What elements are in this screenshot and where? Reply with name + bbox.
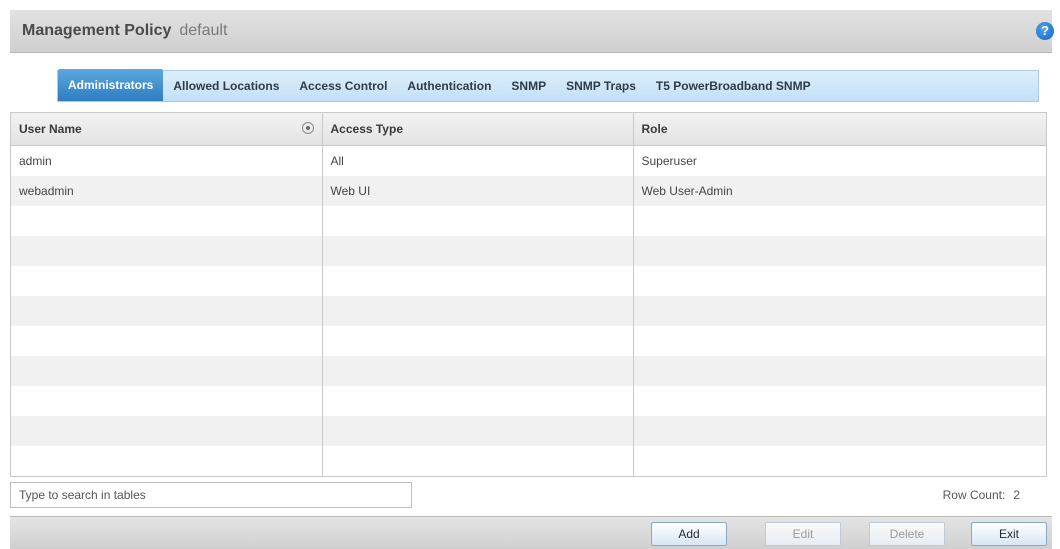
row-count: Row Count: 2 bbox=[943, 488, 1020, 502]
empty-row bbox=[11, 386, 1046, 416]
cell-role: Superuser bbox=[633, 145, 1046, 176]
column-header-label: User Name bbox=[19, 122, 82, 136]
cell-access-type: All bbox=[322, 145, 634, 176]
cell-user-name: admin bbox=[11, 145, 323, 176]
sort-icon[interactable] bbox=[301, 122, 314, 134]
empty-row bbox=[11, 416, 1046, 446]
page-title: Management Policy bbox=[22, 22, 172, 39]
column-header-access-type[interactable]: Access Type bbox=[322, 113, 634, 146]
tab-administrators[interactable]: Administrators bbox=[58, 69, 164, 101]
tab-authentication[interactable]: Authentication bbox=[397, 71, 501, 101]
table-search-input[interactable] bbox=[10, 482, 412, 508]
tab-allowed-locations[interactable]: Allowed Locations bbox=[163, 71, 289, 101]
edit-button[interactable]: Edit bbox=[765, 522, 841, 546]
row-count-value: 2 bbox=[1013, 488, 1020, 502]
empty-row bbox=[11, 326, 1046, 356]
help-icon[interactable]: ? bbox=[1036, 22, 1054, 40]
column-header-label: Access Type bbox=[330, 122, 404, 136]
tab-snmp-traps[interactable]: SNMP Traps bbox=[556, 71, 646, 101]
tab-access-control[interactable]: Access Control bbox=[289, 71, 397, 101]
policy-name: default bbox=[179, 22, 228, 39]
footer-toolbar: Add Edit Delete Exit bbox=[10, 516, 1052, 549]
tab-bar: Administrators Allowed Locations Access … bbox=[57, 69, 1039, 102]
row-count-label: Row Count: bbox=[942, 488, 1006, 502]
column-header-user-name[interactable]: User Name bbox=[11, 113, 323, 146]
table-row[interactable]: webadmin Web UI Web User-Admin bbox=[11, 176, 1046, 206]
table-header-row: User Name Access Type Role bbox=[11, 113, 1046, 146]
exit-button[interactable]: Exit bbox=[971, 522, 1047, 546]
management-policy-page: Management Policy default ? Administrato… bbox=[0, 0, 1060, 549]
column-header-role[interactable]: Role bbox=[633, 113, 1046, 146]
empty-row bbox=[11, 266, 1046, 296]
delete-button[interactable]: Delete bbox=[869, 522, 945, 546]
tab-t5-powerbroadband-snmp[interactable]: T5 PowerBroadband SNMP bbox=[646, 71, 821, 101]
empty-row bbox=[11, 236, 1046, 266]
empty-row bbox=[11, 296, 1046, 326]
empty-row bbox=[11, 206, 1046, 236]
column-header-label: Role bbox=[641, 122, 668, 136]
tab-snmp[interactable]: SNMP bbox=[501, 71, 556, 101]
cell-access-type: Web UI bbox=[322, 176, 634, 206]
add-button[interactable]: Add bbox=[651, 522, 727, 546]
cell-role: Web User-Admin bbox=[633, 176, 1046, 206]
empty-row bbox=[11, 356, 1046, 386]
administrators-table: User Name Access Type Role admin All Sup… bbox=[10, 112, 1047, 477]
page-header: Management Policy default ? bbox=[10, 10, 1054, 53]
cell-user-name: webadmin bbox=[11, 176, 323, 206]
table-row[interactable]: admin All Superuser bbox=[11, 145, 1046, 176]
empty-row bbox=[11, 446, 1046, 476]
